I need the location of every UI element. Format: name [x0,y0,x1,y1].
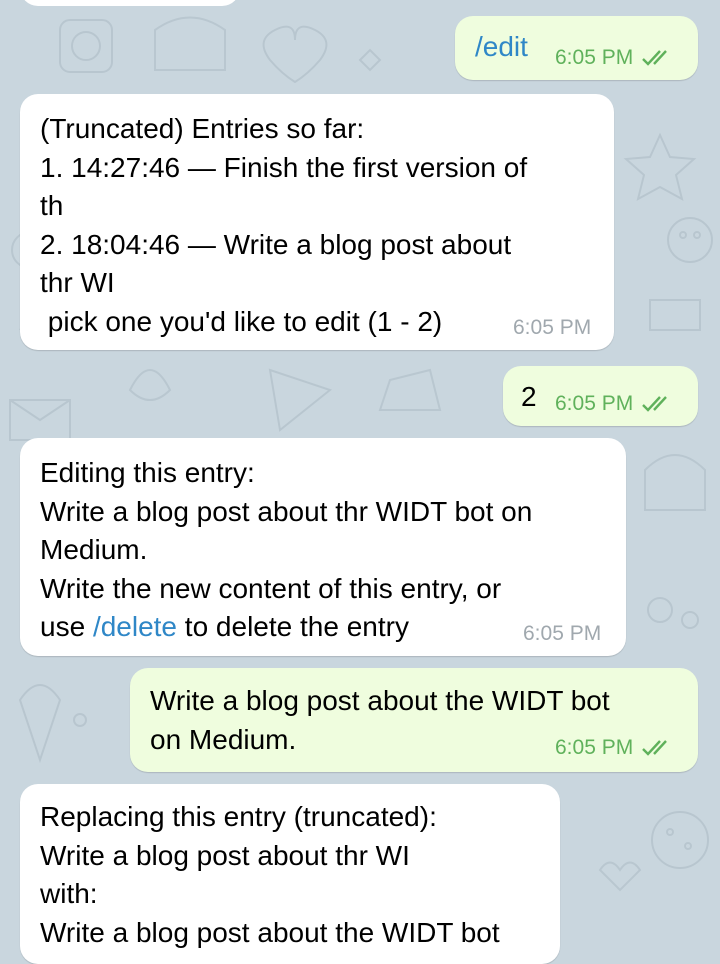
outgoing-message[interactable]: Write a blog post about the WIDT bot on … [130,668,698,772]
message-time: 6:05 PM [513,316,592,339]
message-time: 6:05 PM [523,622,602,645]
message-meta: 6:05 PM [513,316,591,340]
previous-message-bubble-edge [20,0,240,6]
message-meta: 6:05 PM [555,736,673,760]
text-segment: use [40,611,93,642]
message-meta: 6:05 PM [523,622,601,646]
message-line: 2. 18:04:46 — Write a blog post about [40,228,512,260]
message-line: (Truncated) Entries so far: [40,113,365,144]
incoming-message[interactable]: Replacing this entry (truncated): Write … [20,784,560,964]
message-time: 6:05 PM [555,736,634,759]
double-check-icon [642,50,668,67]
message-line: Write the new content of this entry, or [40,572,502,604]
outgoing-message[interactable]: 2 6:05 PM [503,366,698,426]
message-line: Write a blog post about thr WIDT bot on [40,495,533,527]
message-line: 1. 14:27:46 — Finish the first version o… [40,151,528,183]
message-meta: 6:05 PM [555,392,673,416]
message-time: 6:05 PM [555,46,634,69]
message-line: Write a blog post about thr WI [40,839,410,871]
message-line: Replacing this entry (truncated): [40,801,437,832]
message-line: thr WI [40,267,115,298]
message-line: Write a blog post about the WIDT bot [40,916,500,948]
double-check-icon [642,396,668,413]
message-line: Editing this entry: [40,457,255,488]
incoming-message[interactable]: Editing this entry: Write a blog post ab… [20,438,626,656]
message-line: Medium. [40,534,148,565]
text-segment: to delete the entry [177,611,409,642]
message-line: th [40,190,64,221]
delete-command-link[interactable]: /delete [93,611,177,642]
incoming-message[interactable]: (Truncated) Entries so far: 1. 14:27:46 … [20,94,614,350]
message-line: Write a blog post about the WIDT bot [150,685,610,716]
double-check-icon [642,740,668,757]
message-time: 6:05 PM [555,392,634,415]
outgoing-message[interactable]: /edit 6:05 PM [455,16,698,80]
message-line: with: [40,878,98,909]
message-meta: 6:05 PM [555,46,673,70]
